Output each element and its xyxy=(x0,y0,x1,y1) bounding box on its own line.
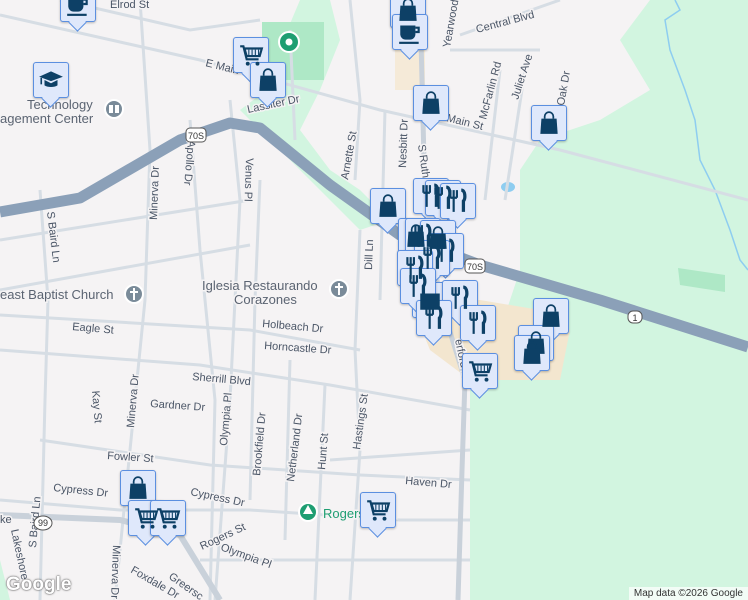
street-label: Venus Pl xyxy=(241,158,255,202)
bag-marker[interactable] xyxy=(120,470,156,506)
graduation-cap-icon xyxy=(39,71,63,88)
google-logo: Google xyxy=(6,574,72,595)
bag-icon xyxy=(523,341,541,364)
street-label: ke xyxy=(0,514,12,526)
street-label: Brookfield Dr xyxy=(251,412,269,477)
svg-text:1: 1 xyxy=(632,313,637,323)
church-icon[interactable] xyxy=(329,279,349,299)
restaurant-icon xyxy=(409,273,427,297)
bag-icon xyxy=(542,304,560,327)
interstate-1-shield: 1 xyxy=(627,310,643,324)
street-label: Olympia Pl xyxy=(218,392,235,446)
park-icon[interactable] xyxy=(298,502,318,522)
bag-icon xyxy=(129,476,147,499)
bag-marker[interactable] xyxy=(533,298,569,334)
street-label: Fowler St xyxy=(107,450,154,465)
street-label: Dill Ln xyxy=(363,239,376,270)
coffee-marker[interactable] xyxy=(392,14,428,50)
cart-icon xyxy=(469,361,493,382)
street-label: Sherrill Blvd xyxy=(192,371,252,388)
svg-text:70S: 70S xyxy=(188,131,204,141)
street-label: Eagle St xyxy=(72,321,114,337)
street-label: S Ruth xyxy=(415,144,432,179)
coffee-marker[interactable] xyxy=(60,0,96,22)
graduation-cap-marker[interactable] xyxy=(33,62,69,98)
library-icon[interactable] xyxy=(104,99,124,119)
street-label: Apollo Dr xyxy=(181,140,197,186)
cart-icon xyxy=(367,500,391,521)
svg-text:99: 99 xyxy=(38,518,48,528)
street-label: S Baird Ln xyxy=(44,211,62,263)
bag-marker[interactable] xyxy=(250,62,286,98)
street-label: Nesbitt Dr xyxy=(397,118,411,168)
bag-marker[interactable] xyxy=(413,85,449,121)
us-70s-shield: 70S xyxy=(464,258,486,274)
sr-99-shield: 99 xyxy=(33,515,53,531)
restaurant-marker[interactable] xyxy=(440,183,476,219)
street-label: Oak Dr xyxy=(555,70,573,107)
street-label: Elrod St xyxy=(110,0,149,11)
street-label: Cypress Dr xyxy=(53,482,109,500)
restaurant-icon xyxy=(451,285,469,309)
cart-marker[interactable] xyxy=(462,353,498,389)
street-label: Central Blvd xyxy=(475,9,536,36)
church-icon[interactable] xyxy=(124,284,144,304)
street-label: Minerva Dr xyxy=(125,373,142,428)
street-label: Minerva Dr xyxy=(148,166,162,221)
poi-label[interactable]: east Baptist Church xyxy=(0,286,115,304)
bag-icon xyxy=(422,91,440,114)
restaurant-icon xyxy=(449,188,467,212)
us-70s-shield: 70S xyxy=(185,127,207,143)
coffee-icon xyxy=(67,0,88,16)
poi-label[interactable]: Corazones xyxy=(233,291,299,309)
street-label: Olympia Pl xyxy=(219,542,273,571)
poi-label[interactable]: Iglesia Restaurando xyxy=(201,277,320,295)
poi-label[interactable]: agement Center xyxy=(0,110,95,128)
street-label: Hastings St xyxy=(351,393,371,450)
restaurant-marker[interactable] xyxy=(400,268,436,304)
cart-icon xyxy=(240,45,264,66)
cart-marker[interactable] xyxy=(150,500,186,536)
restaurant-icon xyxy=(469,310,487,334)
restaurant-icon xyxy=(425,305,443,329)
bag-marker[interactable] xyxy=(531,105,567,141)
map-attribution[interactable]: Map data ©2026 Google xyxy=(628,587,748,600)
street-label: Cypress Dr xyxy=(189,486,246,509)
street-label: Hunt St xyxy=(316,433,331,471)
cart-marker[interactable] xyxy=(360,492,396,528)
street-label: Yearwood xyxy=(441,0,461,49)
coffee-icon xyxy=(399,25,420,44)
restaurant-marker[interactable] xyxy=(416,300,452,336)
bag-icon xyxy=(379,194,397,217)
street-label: Minerva Dr xyxy=(108,545,122,600)
bag-marker[interactable] xyxy=(370,188,406,224)
restaurant-marker[interactable] xyxy=(460,305,496,341)
street-label: Kay St xyxy=(89,390,104,423)
cart-icon xyxy=(157,508,181,529)
bag-icon xyxy=(540,111,558,134)
street-label: Gardner Dr xyxy=(150,398,206,414)
svg-text:70S: 70S xyxy=(467,262,483,272)
bag-icon xyxy=(259,68,277,91)
street-label: Juliet Ave xyxy=(509,53,535,101)
poi-label[interactable]: Technology xyxy=(26,96,95,114)
bag-marker[interactable] xyxy=(514,335,550,371)
park-pin-icon[interactable] xyxy=(278,31,300,53)
street-label: McFarlin Rd xyxy=(477,60,504,120)
